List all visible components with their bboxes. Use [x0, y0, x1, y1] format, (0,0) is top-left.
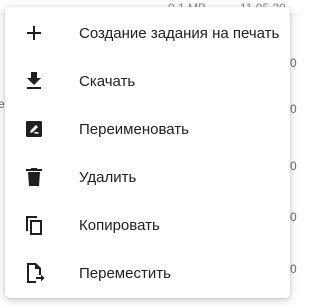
row-date-fragment: 0	[290, 159, 297, 173]
row-date-fragment: 0	[290, 262, 297, 276]
menu-item-label: Скачать	[79, 72, 136, 90]
menu-item-rename[interactable]: Переименовать	[5, 105, 290, 153]
row-date-fragment: 0	[290, 102, 297, 116]
row-date-fragment: 0	[290, 56, 297, 70]
menu-item-label: Переименовать	[79, 120, 189, 138]
copy-icon	[22, 213, 46, 237]
menu-item-label: Удалить	[79, 168, 137, 186]
menu-item-copy[interactable]: Копировать	[5, 201, 290, 249]
download-icon	[22, 69, 46, 93]
rename-icon	[22, 117, 46, 141]
menu-item-label: Копировать	[79, 216, 160, 234]
menu-item-create-print-job[interactable]: Создание задания на печать	[5, 9, 290, 57]
add-icon	[22, 21, 46, 45]
menu-item-label: Переместить	[79, 264, 171, 282]
trash-icon	[22, 165, 46, 189]
menu-item-delete[interactable]: Удалить	[5, 153, 290, 201]
move-icon	[22, 261, 46, 285]
row-text-fragment: e	[0, 97, 5, 111]
menu-item-label: Создание задания на печать	[79, 24, 280, 42]
file-context-menu: Создание задания на печать Скачать Переи…	[5, 7, 290, 298]
menu-item-download[interactable]: Скачать	[5, 57, 290, 105]
row-date-fragment: 0	[290, 210, 297, 224]
menu-item-move[interactable]: Переместить	[5, 249, 290, 297]
